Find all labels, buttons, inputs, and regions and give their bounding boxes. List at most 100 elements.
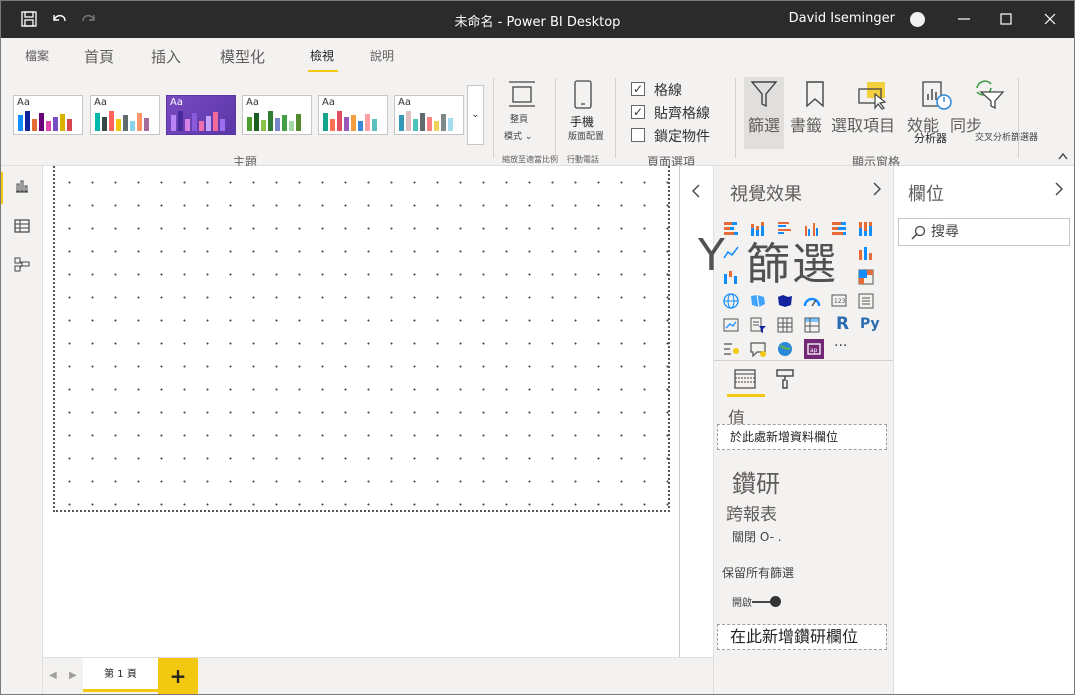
values-drop-zone[interactable]: 於此處新增資料欄位	[717, 424, 887, 450]
table-icon[interactable]	[776, 316, 794, 334]
slicer-icon[interactable]	[749, 316, 767, 334]
fields-tab-icon[interactable]	[734, 368, 756, 390]
treemap-icon[interactable]	[857, 268, 875, 286]
tab-help[interactable]: 說明	[370, 47, 394, 64]
collapse-visualizations-icon[interactable]	[872, 182, 882, 196]
drag-ghost-filter: 篩選	[746, 239, 838, 290]
report-canvas[interactable]	[43, 166, 680, 657]
drag-ghost-y: Y	[698, 230, 725, 281]
cross-report-label: 跨報表	[726, 505, 777, 525]
tab-modeling[interactable]: 模型化	[220, 46, 265, 67]
gauge-icon[interactable]	[803, 292, 821, 310]
svg-text:ap: ap	[810, 347, 818, 354]
bookmark-icon[interactable]	[804, 80, 826, 108]
arcgis-map-icon[interactable]	[776, 340, 794, 358]
active-view-indicator	[0, 172, 3, 204]
snap-checkbox[interactable]: ✓	[631, 105, 645, 119]
next-page-icon[interactable]: ▶	[69, 670, 77, 681]
performance-sub-label[interactable]: 分析器	[914, 130, 947, 146]
drillthrough-drop-zone[interactable]: 在此新增鑽研欄位	[717, 624, 887, 650]
filled-map-icon[interactable]	[749, 292, 767, 310]
map-icon[interactable]	[722, 292, 740, 310]
search-icon	[911, 225, 926, 240]
prev-page-icon[interactable]: ◀	[49, 670, 57, 681]
data-view-icon[interactable]	[14, 218, 30, 234]
key-influencers-icon[interactable]	[722, 340, 740, 358]
svg-text:123: 123	[834, 298, 846, 305]
selection-label[interactable]: 選取項目	[831, 112, 895, 136]
page-tab-1[interactable]: 第 1 頁	[83, 658, 158, 692]
ribbon-separator	[555, 78, 556, 158]
report-page[interactable]	[53, 166, 670, 512]
fields-search-input[interactable]	[931, 223, 1061, 241]
python-visual-icon[interactable]: Py	[860, 316, 884, 334]
tab-view[interactable]: 檢視	[310, 47, 334, 64]
ribbon-separator	[1018, 78, 1019, 158]
sync-slicers-icon[interactable]	[973, 78, 1007, 110]
theme-bars	[18, 109, 72, 131]
model-view-icon[interactable]	[14, 256, 30, 272]
phone-icon[interactable]	[573, 80, 593, 110]
phone-layout-label[interactable]: 版面配置	[568, 129, 604, 142]
collapse-fields-icon[interactable]	[1054, 182, 1064, 196]
maximize-icon[interactable]	[999, 12, 1013, 26]
tab-insert[interactable]: 插入	[151, 46, 181, 67]
ribbon-chart-icon[interactable]	[857, 244, 875, 262]
lock-checkbox[interactable]	[631, 128, 645, 142]
theme-bars	[95, 109, 149, 131]
page-view-icon[interactable]	[507, 80, 537, 108]
theme-sample-text: Aa	[17, 97, 30, 108]
format-paint-roller-icon[interactable]	[775, 368, 795, 390]
cross-report-toggle[interactable]: 關閉 O- .	[732, 528, 782, 545]
more-visuals-icon[interactable]: ···	[834, 338, 858, 356]
lock-label: 鎖定物件	[654, 129, 710, 145]
scale-group-label: 縮放至適當比例	[502, 155, 558, 164]
100-stacked-column-chart-icon[interactable]	[857, 220, 875, 238]
fields-search-box[interactable]	[898, 218, 1070, 246]
theme-colorful[interactable]: Aa	[394, 95, 464, 135]
card-icon[interactable]: 123	[830, 292, 848, 310]
avatar[interactable]	[910, 12, 925, 27]
matrix-icon[interactable]	[803, 316, 821, 334]
close-icon[interactable]	[1043, 12, 1057, 26]
performance-icon[interactable]	[921, 80, 953, 110]
selection-icon[interactable]	[857, 80, 889, 110]
ribbon-tabs: 檔案 首頁 插入 模型化 檢視 說明	[0, 38, 1075, 74]
phone-label[interactable]: 手機	[570, 113, 594, 130]
expand-filters-icon[interactable]	[691, 184, 701, 198]
bookmarks-label[interactable]: 書籤	[790, 112, 822, 136]
keep-filters-toggle-knob[interactable]	[770, 596, 781, 607]
shape-map-icon[interactable]	[776, 292, 794, 310]
q-and-a-icon[interactable]	[749, 340, 767, 358]
tab-file[interactable]: 檔案	[25, 47, 49, 64]
theme-gallery-more-button[interactable]: ⌄	[467, 85, 484, 145]
report-view-icon[interactable]	[14, 178, 30, 194]
minimize-icon[interactable]	[957, 12, 971, 26]
page-view-mode[interactable]: 模式 ⌄	[504, 129, 532, 142]
sync-slicers-sub-label[interactable]: 交叉分析篩選器	[975, 130, 1038, 143]
page-view-label[interactable]: 整頁	[510, 112, 528, 125]
theme-classic[interactable]: Aa	[90, 95, 160, 135]
user-name[interactable]: David Iseminger	[789, 11, 895, 26]
multi-row-card-icon[interactable]	[857, 292, 875, 310]
r-visual-icon[interactable]: R	[836, 314, 854, 334]
theme-default[interactable]: Aa	[13, 95, 83, 135]
fields-pane: 欄位	[893, 166, 1075, 695]
filters-label[interactable]: 篩選	[748, 112, 780, 136]
tab-home[interactable]: 首頁	[84, 46, 114, 67]
theme-purple[interactable]: Aa	[166, 95, 236, 135]
collapse-ribbon-icon[interactable]	[1058, 152, 1068, 160]
power-apps-icon[interactable]: ap	[803, 338, 825, 360]
add-page-button[interactable]: +	[158, 658, 198, 695]
keep-all-filters-label: 保留所有篩選	[722, 566, 795, 580]
keep-filters-toggle-label: 開啟	[732, 598, 752, 609]
filter-icon[interactable]	[750, 80, 778, 108]
theme-sunset[interactable]: Aa	[318, 95, 388, 135]
gridlines-checkbox[interactable]: ✓	[631, 82, 645, 96]
visualizations-divider	[714, 360, 894, 361]
kpi-icon[interactable]	[722, 316, 740, 334]
page-tabs-bar: ◀ ▶ 第 1 頁 +	[43, 657, 713, 695]
theme-bars	[171, 109, 225, 131]
theme-green[interactable]: Aa	[242, 95, 312, 135]
theme-sample-text: Aa	[246, 97, 259, 108]
